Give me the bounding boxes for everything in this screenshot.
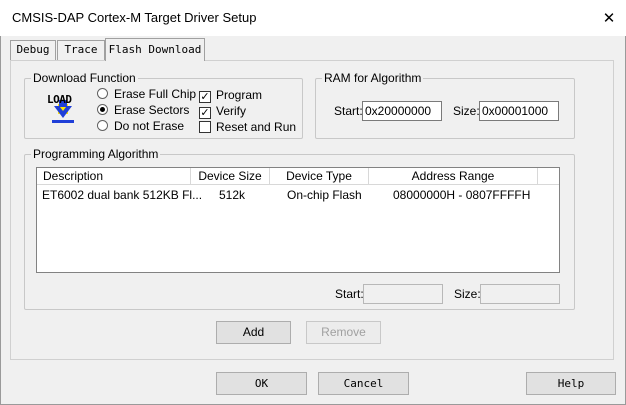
remove-button[interactable]: Remove bbox=[306, 321, 381, 344]
check-icon: ✓ bbox=[199, 107, 211, 119]
checkbox-verify[interactable]: ✓ bbox=[199, 105, 211, 119]
ram-size-field[interactable]: 0x00001000 bbox=[479, 101, 559, 121]
algo-size-field[interactable] bbox=[480, 284, 560, 304]
checkbox-verify-label: Verify bbox=[216, 104, 247, 118]
column-header-description[interactable]: Description bbox=[37, 168, 191, 185]
ram-size-label: Size: bbox=[453, 104, 480, 118]
algo-size-label: Size: bbox=[454, 287, 481, 301]
window-title: CMSIS-DAP Cortex-M Target Driver Setup bbox=[12, 10, 257, 25]
column-header-address-range[interactable]: Address Range bbox=[369, 168, 538, 185]
row-device-type: On-chip Flash bbox=[287, 188, 362, 202]
close-button[interactable]: ✕ bbox=[592, 4, 626, 32]
radio-do-not-erase[interactable] bbox=[97, 120, 108, 134]
checkbox-reset-and-run-label: Reset and Run bbox=[216, 120, 297, 134]
column-header-device-size[interactable]: Device Size bbox=[191, 168, 270, 185]
column-header-device-type[interactable]: Device Type bbox=[270, 168, 369, 185]
ram-start-field[interactable]: 0x20000000 bbox=[362, 101, 442, 121]
programming-algorithm-title: Programming Algorithm bbox=[31, 147, 161, 161]
checkbox-program[interactable]: ✓ bbox=[199, 89, 211, 103]
checkbox-program-label: Program bbox=[216, 88, 263, 102]
column-header-filler bbox=[538, 168, 559, 185]
radio-erase-sectors-label: Erase Sectors bbox=[114, 103, 190, 117]
ok-button[interactable]: OK bbox=[216, 372, 307, 395]
check-icon: ✓ bbox=[199, 91, 211, 103]
algorithm-list[interactable]: Description Device Size Device Type Addr… bbox=[36, 167, 560, 273]
radio-erase-sectors[interactable] bbox=[97, 104, 108, 118]
radio-do-not-erase-label: Do not Erase bbox=[114, 119, 185, 133]
help-button[interactable]: Help bbox=[526, 372, 616, 395]
radio-indicator bbox=[97, 120, 108, 131]
add-button[interactable]: Add bbox=[216, 321, 291, 344]
algo-start-field[interactable] bbox=[363, 284, 443, 304]
radio-erase-full-chip-label: Erase Full Chip bbox=[114, 87, 197, 101]
radio-indicator bbox=[97, 88, 108, 99]
tab-trace[interactable]: Trace bbox=[57, 40, 105, 60]
cancel-button[interactable]: Cancel bbox=[318, 372, 409, 395]
row-description: ET6002 dual bank 512KB Fl... bbox=[42, 188, 203, 202]
download-function-title: Download Function bbox=[31, 71, 138, 85]
checkbox-reset-and-run[interactable] bbox=[199, 121, 211, 136]
tab-debug[interactable]: Debug bbox=[10, 40, 56, 60]
tab-debug-label: Debug bbox=[16, 43, 50, 56]
tab-flash-download[interactable]: Flash Download bbox=[105, 38, 205, 61]
load-icon: LOAD bbox=[44, 92, 82, 126]
ram-start-label: Start: bbox=[334, 104, 363, 118]
tab-flash-download-label: Flash Download bbox=[108, 43, 202, 56]
radio-indicator-selected bbox=[97, 104, 108, 115]
checkbox-empty bbox=[199, 121, 211, 133]
ram-algorithm-title: RAM for Algorithm bbox=[322, 71, 424, 85]
radio-erase-full-chip[interactable] bbox=[97, 88, 108, 102]
row-device-size: 512k bbox=[219, 188, 246, 202]
close-icon: ✕ bbox=[602, 10, 616, 27]
row-address-range: 08000000H - 0807FFFFH bbox=[393, 188, 531, 202]
load-icon-text: LOAD bbox=[47, 93, 72, 106]
tab-trace-label: Trace bbox=[64, 43, 98, 56]
algo-start-label: Start: bbox=[335, 287, 364, 301]
